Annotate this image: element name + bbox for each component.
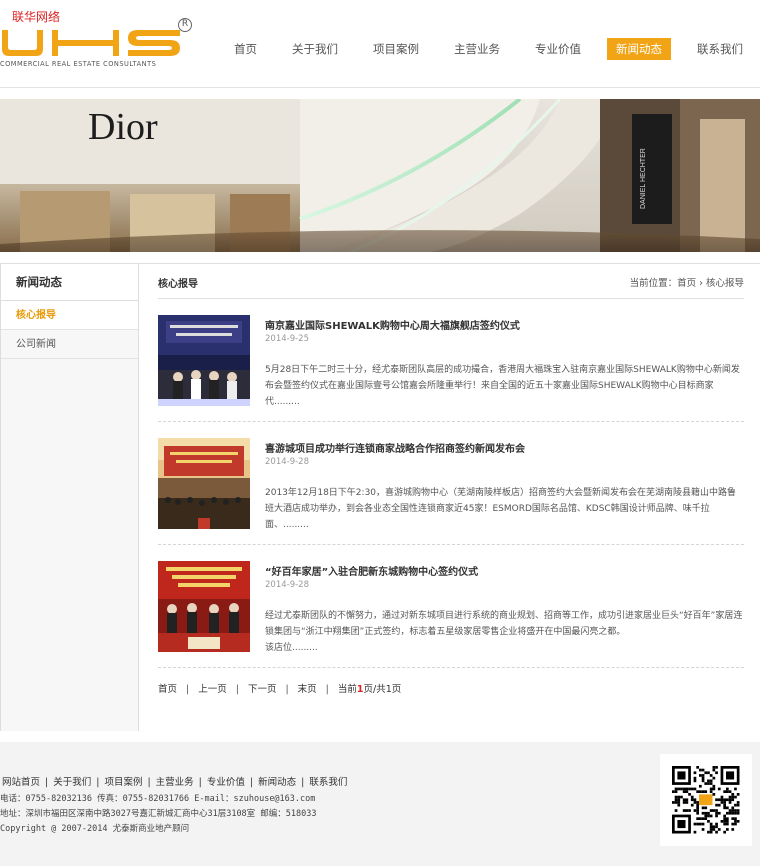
nav-item-news[interactable]: 新闻动态 (607, 38, 671, 60)
pager-separator: | (186, 684, 190, 695)
footer-separator: | (249, 777, 254, 788)
logo[interactable]: R COMMERCIAL REAL ESTATE CONSULTANTS (0, 18, 195, 70)
news-date: 2014-9-28 (265, 457, 309, 467)
site-footer: 网站首页 | 关于我们 | 项目案例 | 主营业务 | 专业价值 | 新闻动态 | 联系我们 电话：07… (0, 742, 760, 866)
daniel-hechter-sign: DANIEL HECHTER (640, 148, 647, 209)
pager-separator: | (285, 684, 289, 695)
pager-current-page: 1 (356, 684, 364, 695)
footer-contact: 电话：0755-82032136 传真：0755-82031766 E-mail… (0, 794, 316, 804)
pager-current-prefix: 当前 (337, 684, 357, 695)
footer-link-business[interactable]: 主营业务 (156, 777, 194, 788)
pagination: 首页 | 上一页 | 下一页 | 末页 | 当前1页/共1页 (158, 681, 401, 695)
sidebar-item-company-news[interactable]: 公司新闻 (1, 330, 138, 359)
sidebar-item-core-reports[interactable]: 核心报导 (1, 301, 138, 330)
footer-link-home[interactable]: 网站首页 (2, 777, 40, 788)
pager-next[interactable]: 下一页 (248, 684, 277, 695)
content-header: 核心报导 当前位置：首页 › 核心报导 (158, 264, 744, 299)
footer-link-contact[interactable]: 联系我们 (309, 777, 347, 788)
nav-item-projects[interactable]: 项目案例 (364, 38, 428, 60)
news-item: 喜游城项目成功举行连锁商家战略合作招商签约新闻发布会 2014-9-28 201… (158, 422, 744, 545)
footer-separator: | (198, 777, 202, 788)
footer-link-about[interactable]: 关于我们 (53, 777, 91, 788)
banner-image: Dior DANIEL HECHTER (0, 99, 760, 252)
news-title[interactable]: 喜游城项目成功举行连锁商家战略合作招商签约新闻发布会 (265, 440, 525, 455)
pager-separator: | (325, 684, 329, 695)
news-title[interactable]: 南京嘉业国际SHEWALK购物中心周大福旗舰店签约仪式 (265, 317, 520, 332)
qr-code-image (672, 766, 740, 834)
footer-separator: | (147, 777, 151, 788)
dior-sign: Dior (88, 106, 158, 148)
pager-first[interactable]: 首页 (158, 684, 177, 695)
nav-item-value[interactable]: 专业价值 (526, 38, 590, 60)
registered-mark: R (178, 18, 192, 32)
news-date: 2014-9-25 (265, 334, 309, 344)
footer-address: 地址：深圳市福田区深南中路3027号嘉汇新城汇商中心31层3108室 邮编：51… (0, 809, 317, 819)
content-area: 核心报导 当前位置：首页 › 核心报导 南京嘉业国际SHEWALK购物中心周大福… (139, 264, 760, 731)
footer-copyright: Copyright @ 2007-2014 尤泰斯商业地产顾问 (0, 824, 190, 834)
pager-prev[interactable]: 上一页 (198, 684, 227, 695)
news-summary: 经过尤泰斯团队的不懈努力，通过对新东城项目进行系统的商业规划、招商等工作，成功引… (265, 611, 743, 653)
nav-item-contact[interactable]: 联系我们 (688, 38, 752, 60)
breadcrumb-prefix: 当前位置： (629, 278, 678, 289)
mall-interior-illustration: Dior DANIEL HECHTER (0, 99, 760, 252)
news-summary: 5月28日下午二时三十分，经尤泰斯团队高层的成功撮合，香港周大福珠宝入驻南京嘉业… (265, 365, 740, 407)
breadcrumb-home[interactable]: 首页 (677, 278, 696, 289)
news-item: 南京嘉业国际SHEWALK购物中心周大福旗舰店签约仪式 2014-9-25 5月… (158, 299, 744, 422)
footer-links: 网站首页 | 关于我们 | 项目案例 | 主营业务 | 专业价值 | 新闻动态 | 联系我们 (2, 774, 347, 788)
qr-code (660, 754, 752, 846)
footer-separator: | (301, 777, 305, 788)
news-thumbnail[interactable] (158, 438, 250, 529)
pager-current-suffix: 页/共1页 (363, 684, 402, 695)
footer-link-news[interactable]: 新闻动态 (258, 777, 296, 788)
breadcrumb-separator: › (699, 278, 703, 289)
footer-separator: | (45, 777, 49, 788)
sidebar-title: 新闻动态 (1, 264, 138, 301)
logo-mark (2, 30, 180, 56)
footer-separator: | (96, 777, 100, 788)
breadcrumb: 当前位置：首页 › 核心报导 (630, 275, 744, 289)
site-header: 联华网络 R COMMERCIAL REAL ESTATE CONSULTANT… (0, 0, 760, 88)
main-section: 新闻动态 核心报导 公司新闻 核心报导 当前位置：首页 › 核心报导 南京嘉业国… (0, 263, 760, 731)
logo-subtitle: COMMERCIAL REAL ESTATE CONSULTANTS (0, 60, 157, 68)
sidebar: 新闻动态 核心报导 公司新闻 (0, 264, 139, 731)
pager-last[interactable]: 末页 (298, 684, 317, 695)
page-title: 核心报导 (158, 279, 198, 290)
pager-separator: | (235, 684, 239, 695)
news-summary: 2013年12月18日下午2:30，喜游城购物中心（芜湖南陵样板店）招商签约大会… (265, 488, 737, 530)
footer-link-value[interactable]: 专业价值 (207, 777, 245, 788)
news-title[interactable]: “好百年家居”入驻合肥新东城购物中心签约仪式 (265, 563, 478, 578)
news-item: “好百年家居”入驻合肥新东城购物中心签约仪式 2014-9-28 经过尤泰斯团队… (158, 545, 744, 668)
nav-item-about[interactable]: 关于我们 (283, 38, 347, 60)
footer-link-projects[interactable]: 项目案例 (104, 777, 142, 788)
nav-item-business[interactable]: 主营业务 (445, 38, 509, 60)
nav-item-home[interactable]: 首页 (225, 38, 266, 60)
news-thumbnail[interactable] (158, 315, 250, 406)
news-thumbnail[interactable] (158, 561, 250, 652)
breadcrumb-current[interactable]: 核心报导 (706, 278, 744, 289)
main-nav: 首页 关于我们 项目案例 主营业务 专业价值 新闻动态 联系我们 (208, 38, 752, 60)
news-date: 2014-9-28 (265, 580, 309, 590)
